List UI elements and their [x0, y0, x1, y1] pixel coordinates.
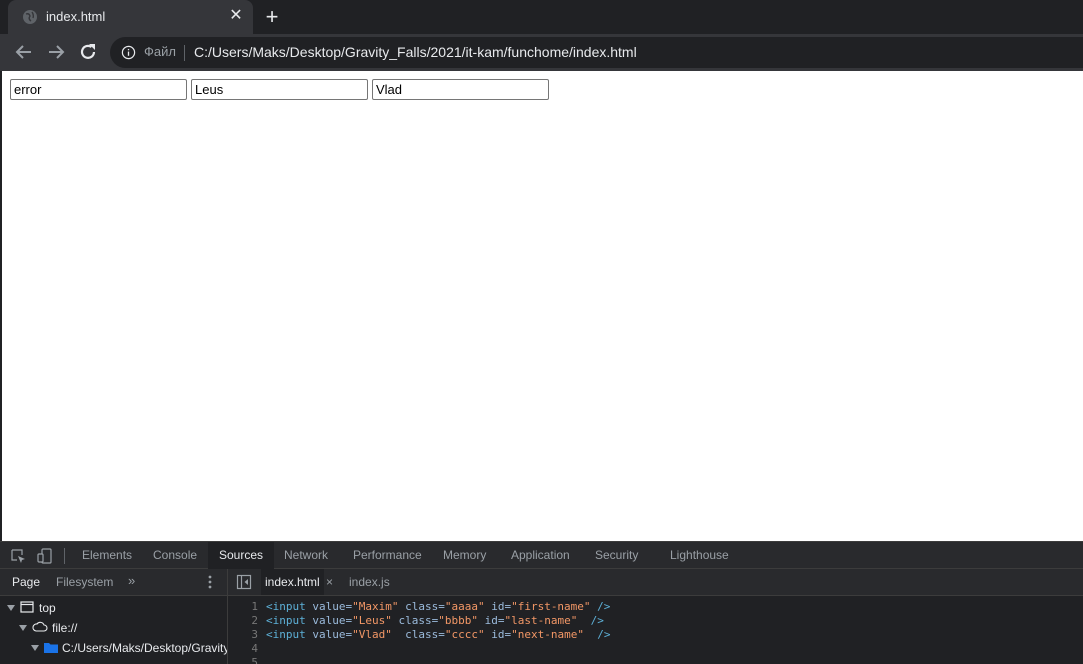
url-scheme-label: Файл [144, 44, 176, 59]
tab-memory[interactable]: Memory [443, 542, 486, 569]
code-token: class= [391, 628, 445, 641]
code-token: id= [484, 628, 512, 641]
devtools-panel: Elements Console Sources Network Perform… [0, 541, 1083, 664]
code-token: "Vlad" [352, 628, 392, 641]
code-token: value= [305, 600, 353, 613]
line-number: 5 [251, 656, 258, 664]
code-line: 2 <input value="Leus" class="bbbb" id="la… [228, 614, 604, 628]
tab-application[interactable]: Application [511, 542, 570, 569]
line-number: 2 [251, 614, 258, 627]
page-viewport [2, 71, 1083, 541]
navigator-tab-page[interactable]: Page [12, 569, 40, 595]
tree-item-label: file:// [52, 621, 78, 635]
code-token: "last-name" [504, 614, 578, 627]
toggle-navigator-icon[interactable] [236, 574, 252, 590]
tab-elements[interactable]: Elements [82, 542, 132, 569]
code-token: /> [577, 614, 604, 627]
code-token: <input [266, 614, 306, 627]
toolbar-divider [64, 548, 65, 564]
reload-icon[interactable] [76, 40, 100, 64]
code-token: value= [305, 614, 353, 627]
close-file-icon[interactable]: × [326, 569, 333, 595]
tab-console[interactable]: Console [153, 542, 197, 569]
browser-tab[interactable]: index.html ✕ [8, 0, 253, 34]
more-tabs-icon[interactable]: » [128, 573, 135, 588]
info-icon[interactable] [121, 45, 136, 60]
browser-toolbar: Файл C:/Users/Maks/Desktop/Gravity_Falls… [0, 34, 1083, 71]
navigator-tab-filesystem[interactable]: Filesystem [56, 569, 113, 595]
tab-strip: index.html ✕ + [0, 0, 1083, 34]
code-line: 5 [228, 656, 266, 664]
tree-item-label: C:/Users/Maks/Desktop/Gravity [62, 641, 227, 655]
address-separator [184, 45, 185, 61]
code-token: "aaaa" [444, 600, 485, 613]
code-token: "Leus" [352, 614, 392, 627]
next-name-input[interactable] [372, 79, 549, 100]
code-token: id= [477, 614, 505, 627]
inspect-element-icon[interactable] [10, 548, 26, 564]
code-token: "cccc" [444, 628, 485, 641]
code-line: 1 <input value="Maxim" class="aaaa" id="f… [228, 600, 610, 614]
tab-performance[interactable]: Performance [353, 542, 422, 569]
tab-lighthouse[interactable]: Lighthouse [670, 542, 729, 569]
back-icon[interactable] [12, 40, 36, 64]
url-text[interactable]: C:/Users/Maks/Desktop/Gravity_Falls/2021… [194, 44, 637, 60]
globe-icon [23, 10, 37, 24]
tree-item-label: top [39, 601, 56, 615]
more-options-icon[interactable] [206, 574, 214, 590]
file-navigator-tree: top file:// C:/Users/Maks/Desktop/Gravit… [0, 597, 227, 664]
code-token: class= [391, 614, 439, 627]
expand-arrow-icon [19, 625, 27, 631]
code-token: "next-name" [511, 628, 584, 641]
code-line: 4 [228, 642, 266, 656]
frame-icon [20, 601, 34, 613]
first-name-input[interactable] [10, 79, 187, 100]
expand-arrow-icon [7, 605, 15, 611]
line-number: 4 [251, 642, 258, 655]
address-bar[interactable]: Файл C:/Users/Maks/Desktop/Gravity_Falls… [110, 37, 1083, 68]
folder-icon [44, 643, 58, 653]
device-toolbar-icon[interactable] [37, 548, 53, 564]
tab-sources[interactable]: Sources [208, 542, 275, 569]
tree-item-file-origin[interactable]: file:// [19, 618, 77, 638]
tree-item-top[interactable]: top [7, 598, 56, 618]
code-line: 3 <input value="Vlad" class="cccc" id="ne… [228, 628, 610, 642]
tab-title: index.html [46, 9, 106, 24]
cloud-icon [32, 621, 48, 632]
code-token: "bbbb" [438, 614, 478, 627]
code-token: class= [398, 600, 445, 613]
forward-icon[interactable] [44, 40, 68, 64]
code-editor[interactable]: 1 <input value="Maxim" class="aaaa" id="f… [228, 597, 1083, 664]
close-tab-icon[interactable]: ✕ [227, 7, 245, 25]
file-tab-index-html[interactable]: index.html [261, 569, 324, 595]
new-tab-icon[interactable]: + [262, 6, 282, 28]
code-token: id= [484, 600, 512, 613]
tree-item-folder[interactable]: C:/Users/Maks/Desktop/Gravity [31, 638, 227, 658]
line-number: 3 [251, 628, 258, 641]
code-token: /> [590, 600, 611, 613]
sources-subbar: Page Filesystem » index.html × index.js [0, 569, 1083, 596]
devtools-tabbar: Elements Console Sources Network Perform… [0, 541, 1083, 569]
tab-security[interactable]: Security [595, 542, 638, 569]
code-token: <input [266, 628, 306, 641]
tab-network[interactable]: Network [284, 542, 328, 569]
code-token: /> [583, 628, 611, 641]
code-token: "Maxim" [352, 600, 399, 613]
code-token: <input [266, 600, 306, 613]
browser-window: index.html ✕ + Файл C:/Users/Maks/Deskto… [0, 0, 1083, 664]
file-tab-index-js[interactable]: index.js [349, 569, 390, 595]
line-number: 1 [251, 600, 258, 613]
code-token: value= [305, 628, 353, 641]
last-name-input[interactable] [191, 79, 368, 100]
code-token: "first-name" [511, 600, 591, 613]
expand-arrow-icon [31, 645, 39, 651]
